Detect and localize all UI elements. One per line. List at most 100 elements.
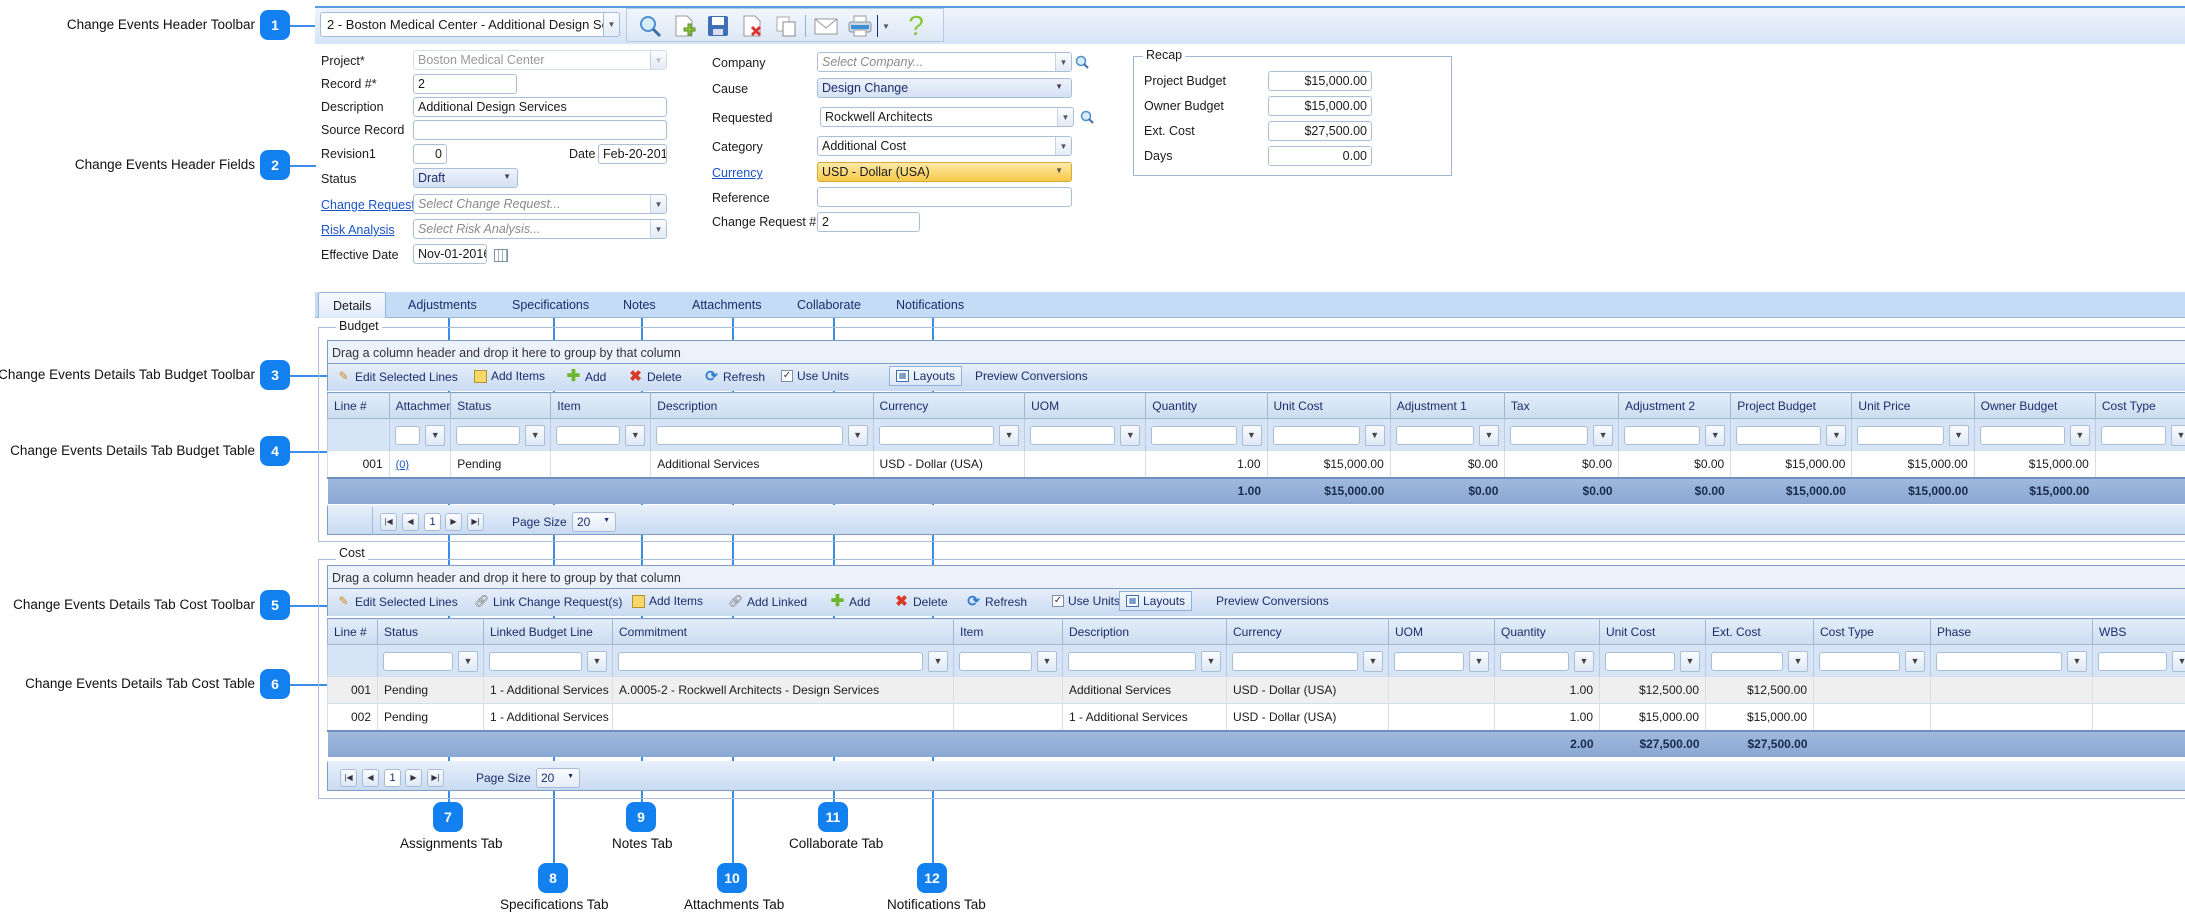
column-header[interactable]: Description: [650, 392, 874, 419]
filter-funnel-icon[interactable]: ▼: [525, 425, 546, 446]
save-icon[interactable]: [705, 13, 731, 39]
current-page[interactable]: 1: [384, 769, 401, 787]
filter-funnel-icon[interactable]: ▼: [2069, 425, 2090, 446]
copy-icon[interactable]: [773, 13, 799, 39]
tab-collaborate[interactable]: Collaborate: [797, 292, 861, 318]
budget-edit-selected-lines-button[interactable]: ✎ Edit Selected Lines: [336, 369, 457, 384]
help-icon[interactable]: ?: [903, 10, 929, 41]
filter-input[interactable]: [456, 426, 521, 445]
column-header[interactable]: Project Budget: [1730, 392, 1853, 419]
date-field[interactable]: Feb-20-2014: [598, 144, 667, 164]
filter-funnel-icon[interactable]: ▼: [2171, 425, 2185, 446]
record-field[interactable]: 2: [413, 74, 517, 94]
filter-input[interactable]: [1711, 652, 1783, 671]
column-header[interactable]: Unit Cost: [1599, 618, 1706, 645]
risk-analysis-link[interactable]: Risk Analysis: [321, 223, 395, 237]
category-select[interactable]: Additional Cost ▼: [817, 136, 1072, 156]
filter-input[interactable]: [1395, 426, 1474, 445]
column-header[interactable]: Cost Type: [2094, 392, 2185, 419]
table-row[interactable]: 001 (0) Pending Additional Services USD - Do…: [327, 450, 2185, 478]
cost-layouts-button[interactable]: ▦ Layouts: [1119, 591, 1193, 611]
currency-select[interactable]: USD - Dollar (USA) ▼: [817, 162, 1072, 182]
filter-input[interactable]: [1509, 426, 1589, 445]
filter-funnel-icon[interactable]: ▼: [1120, 425, 1141, 446]
chevron-down-icon[interactable]: ▼: [1055, 137, 1071, 155]
column-header[interactable]: Owner Budget: [1973, 392, 2096, 419]
filter-input[interactable]: [1500, 652, 1569, 671]
filter-input[interactable]: [383, 652, 453, 671]
column-header[interactable]: UOM: [1388, 618, 1495, 645]
filter-input[interactable]: [1936, 652, 2062, 671]
filter-input[interactable]: [1272, 426, 1360, 445]
budget-layouts-button[interactable]: ▦ Layouts: [889, 366, 963, 386]
new-document-icon[interactable]: [671, 13, 697, 39]
filter-funnel-icon[interactable]: ▼: [1201, 651, 1221, 672]
filter-input[interactable]: [878, 426, 995, 445]
filter-funnel-icon[interactable]: ▼: [458, 651, 478, 672]
budget-preview-conversions-button[interactable]: Preview Conversions: [975, 369, 1088, 383]
table-row[interactable]: 002 Pending 1 - Additional Services 1 - Add…: [327, 703, 2185, 731]
column-header[interactable]: Description: [1062, 618, 1227, 645]
cost-preview-conversions-button[interactable]: Preview Conversions: [1216, 594, 1329, 608]
filter-input[interactable]: [1624, 426, 1701, 445]
budget-delete-button[interactable]: ✖ Delete: [628, 369, 681, 384]
cost-edit-selected-lines-button[interactable]: ✎ Edit Selected Lines: [336, 594, 457, 609]
record-selector[interactable]: 2 - Boston Medical Center - Additional D…: [320, 12, 620, 37]
attachments-link[interactable]: (0): [396, 459, 409, 471]
column-header[interactable]: UOM: [1024, 392, 1147, 419]
print-dropdown-icon[interactable]: ▼: [879, 13, 893, 39]
filter-funnel-icon[interactable]: ▼: [1478, 425, 1499, 446]
filter-funnel-icon[interactable]: ▼: [1788, 651, 1808, 672]
status-select[interactable]: Draft ▼: [413, 168, 518, 188]
column-header[interactable]: Item: [953, 618, 1063, 645]
cost-add-items-button[interactable]: Add Items: [632, 594, 703, 608]
filter-funnel-icon[interactable]: ▼: [1363, 651, 1383, 672]
column-header[interactable]: WBS: [2092, 618, 2185, 645]
filter-funnel-icon[interactable]: ▼: [1905, 651, 1925, 672]
tab-notifications[interactable]: Notifications: [896, 292, 964, 318]
page-size-select[interactable]: 20 ▼: [536, 768, 580, 788]
next-page-icon[interactable]: ▶: [445, 513, 462, 531]
requested-search-icon[interactable]: [1080, 110, 1094, 124]
change-request-number-field[interactable]: 2: [817, 212, 920, 232]
requested-select[interactable]: Rockwell Architects ▼: [820, 107, 1074, 127]
column-header[interactable]: Unit Price: [1851, 392, 1975, 419]
column-header[interactable]: Currency: [1226, 618, 1389, 645]
column-header[interactable]: Currency: [872, 392, 1026, 419]
filter-input[interactable]: [1068, 652, 1196, 671]
budget-use-units-checkbox[interactable]: ✓ Use Units: [781, 369, 849, 383]
filter-input[interactable]: [618, 652, 923, 671]
column-header[interactable]: Quantity: [1494, 618, 1600, 645]
change-request-select[interactable]: Select Change Request... ▼: [413, 194, 667, 214]
budget-group-by-bar[interactable]: Drag a column header and drop it here to…: [327, 340, 2185, 364]
reference-field[interactable]: [817, 187, 1072, 207]
email-icon[interactable]: [813, 13, 839, 39]
filter-input[interactable]: [394, 426, 421, 445]
filter-funnel-icon[interactable]: ▼: [587, 651, 607, 672]
first-page-icon[interactable]: |◀: [380, 513, 397, 531]
last-page-icon[interactable]: ▶|: [427, 769, 444, 787]
chevron-down-icon[interactable]: ▼: [603, 13, 619, 36]
column-header[interactable]: Item: [550, 392, 652, 419]
search-icon[interactable]: [637, 13, 663, 39]
source-record-field[interactable]: [413, 120, 667, 140]
last-page-icon[interactable]: ▶|: [467, 513, 484, 531]
column-header[interactable]: Unit Cost: [1266, 392, 1391, 419]
filter-funnel-icon[interactable]: ▼: [2067, 651, 2087, 672]
tab-notes[interactable]: Notes: [623, 292, 656, 318]
revision-field[interactable]: 0: [413, 144, 447, 164]
filter-funnel-icon[interactable]: ▼: [1574, 651, 1594, 672]
prev-page-icon[interactable]: ◀: [402, 513, 419, 531]
calendar-icon[interactable]: [494, 249, 508, 262]
cost-refresh-button[interactable]: ⟳ Refresh: [966, 594, 1027, 609]
change-request-link[interactable]: Change Request: [321, 198, 415, 212]
tab-attachments[interactable]: Attachments: [692, 292, 761, 318]
filter-input[interactable]: [1030, 426, 1116, 445]
cause-select[interactable]: Design Change ▼: [817, 78, 1072, 98]
current-page[interactable]: 1: [424, 513, 441, 531]
cost-group-by-bar[interactable]: Drag a column header and drop it here to…: [327, 565, 2185, 589]
delete-document-icon[interactable]: [739, 13, 765, 39]
filter-funnel-icon[interactable]: ▼: [2172, 651, 2185, 672]
filter-funnel-icon[interactable]: ▼: [1680, 651, 1700, 672]
cost-add-linked-button[interactable]: 🔗︎ Add Linked: [728, 594, 807, 609]
